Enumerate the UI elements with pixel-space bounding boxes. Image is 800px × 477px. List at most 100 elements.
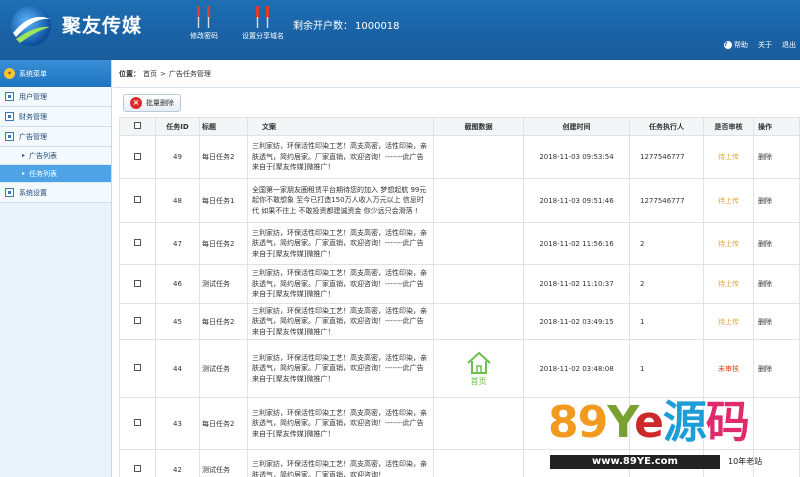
screenshot-thumbnail[interactable]: 首页	[434, 351, 523, 387]
sidebar-subitem-task-list[interactable]: ▸ 任务列表	[0, 165, 111, 183]
remaining-accounts-value: 1000018	[355, 21, 400, 32]
task-title: 每日任务2	[199, 303, 248, 340]
sidebar-item-label: 广告管理	[19, 132, 47, 141]
task-executor: 1	[629, 303, 704, 340]
about-link[interactable]: 关于	[758, 40, 772, 50]
task-id: 43	[155, 397, 200, 450]
change-password-button[interactable]: 修改密码	[174, 4, 234, 41]
bulk-delete-button[interactable]: × 批量删除	[123, 93, 181, 112]
caret-right-icon: ▸	[22, 152, 26, 159]
task-review-status: 待上传	[703, 222, 754, 265]
breadcrumb-home-link[interactable]: 首页	[143, 69, 157, 79]
help-link[interactable]: ? 帮助	[724, 40, 748, 50]
task-id: 47	[155, 222, 200, 265]
watermark: 89Ye源码 www.89YE.com 10年老站	[540, 398, 800, 477]
task-content: 全国第一家朋友圈租赁平台期待您的加入 梦想起航 99元起你不敢想象 至今已打造1…	[247, 178, 434, 223]
row-checkbox[interactable]	[134, 152, 141, 160]
menu-square-icon	[5, 92, 14, 101]
status-badge: 待上传	[718, 153, 739, 161]
sidebar-subitem-label: 广告列表	[29, 151, 58, 160]
row-checkbox[interactable]	[134, 419, 141, 426]
sidebar-item-label: 系统设置	[19, 188, 47, 197]
task-content: 三利家纺，环保活性印染工艺！高支高密，活性印染，亲肤透气，简约居家。厂家直销，欢…	[247, 222, 434, 265]
breadcrumb-separator: >	[160, 69, 166, 78]
menu-toggle-icon[interactable]: ▾	[4, 68, 15, 79]
row-checkbox[interactable]	[134, 364, 141, 371]
task-delete-link[interactable]: 删除	[753, 178, 800, 223]
task-id: 42	[155, 449, 200, 477]
sidebar-item-finance[interactable]: 财务管理	[0, 107, 111, 127]
task-id: 44	[155, 339, 200, 398]
task-title: 测试任务	[199, 264, 248, 304]
task-id: 48	[155, 178, 200, 223]
col-header-id: 任务ID	[155, 117, 200, 136]
question-icon: ?	[724, 41, 732, 49]
task-executor: 1277546777	[629, 135, 704, 179]
screenshot-label: 首页	[470, 376, 487, 386]
exit-link[interactable]: 退出	[782, 40, 796, 50]
col-header-screenshot: 截图数据	[433, 117, 524, 136]
delete-x-icon: ×	[130, 96, 142, 109]
task-created-time: 2018-11-02 11:56:16	[523, 222, 630, 265]
col-header-review: 是否审核	[703, 117, 754, 136]
col-header-executor: 任务执行人	[629, 117, 704, 136]
task-content: 三利家纺，环保活性印染工艺！高支高密，活性印染，亲肤透气，简约居家。厂家直销，欢…	[247, 397, 434, 450]
task-executor: 2	[629, 264, 704, 304]
task-review-status: 待上传	[703, 264, 754, 304]
share-domain-button[interactable]: 设置分享域名	[233, 4, 293, 41]
table-row: 45 每日任务2 三利家纺，环保活性印染工艺！高支高密，活性印染，亲肤透气，简约居家…	[119, 303, 800, 340]
task-review-status: 待上传	[703, 178, 754, 223]
status-badge: 待上传	[718, 317, 739, 326]
row-checkbox[interactable]	[134, 196, 141, 203]
table-row: 49 每日任务2 三利家纺，环保活性印染工艺！高支高密，活性印染，亲肤透气，简约居家…	[119, 135, 800, 179]
sidebar-subitem-ad-list[interactable]: ▸ 广告列表	[0, 147, 111, 165]
top-links: ? 帮助 关于 退出	[724, 40, 796, 50]
row-checkbox[interactable]	[134, 279, 141, 287]
table-row: 48 每日任务1 全国第一家朋友圈租赁平台期待您的加入 梦想起航 99元起你不敢想象…	[119, 178, 800, 223]
task-delete-link[interactable]: 删除	[753, 339, 800, 398]
sidebar-item-label: 财务管理	[19, 112, 47, 121]
sidebar: ▾ 系统菜单 用户管理 财务管理 广告管理 ▸ 广告列表 ▸ 任务列表 系统设置	[0, 60, 112, 477]
table-header-row: 任务ID 标题 文案 截图数据 创建时间 任务执行人 是否审核 操作	[119, 117, 800, 136]
wrench-screwdriver-icon	[197, 6, 210, 28]
status-badge: 待上传	[718, 280, 739, 288]
row-checkbox[interactable]	[134, 239, 141, 246]
caret-right-icon: ▸	[22, 170, 26, 177]
task-screenshot	[433, 449, 524, 477]
task-screenshot	[433, 397, 524, 450]
breadcrumb-label: 位置：	[119, 69, 140, 78]
task-content: 三利家纺，环保活性印染工艺！高支高密，活性印染，亲肤透气，简约居家。厂家直销，欢…	[247, 339, 434, 398]
breadcrumb: 位置： 首页 > 广告任务管理	[113, 60, 800, 88]
row-checkbox[interactable]	[134, 465, 141, 472]
sidebar-item-ads[interactable]: 广告管理	[0, 127, 111, 147]
menu-square-icon	[5, 112, 14, 121]
task-screenshot	[433, 222, 524, 265]
sidebar-item-users[interactable]: 用户管理	[0, 87, 111, 107]
task-delete-link[interactable]: 删除	[753, 303, 800, 340]
bulk-delete-label: 批量删除	[146, 98, 174, 107]
status-badge: 待上传	[718, 239, 739, 248]
help-label: 帮助	[734, 41, 748, 49]
task-executor: 2	[629, 222, 704, 265]
task-id: 49	[155, 135, 200, 179]
sidebar-item-settings[interactable]: 系统设置	[0, 183, 111, 203]
task-title: 每日任务2	[199, 397, 248, 450]
row-checkbox[interactable]	[134, 317, 141, 324]
wrench-screwdriver-icon	[256, 6, 269, 28]
task-content: 三利家纺，环保活性印染工艺！高支高密，活性印染，亲肤透气，简约居家。厂家直销，欢…	[247, 449, 434, 477]
task-delete-link[interactable]: 删除	[753, 264, 800, 304]
task-delete-link[interactable]: 删除	[753, 222, 800, 265]
task-title: 每日任务1	[199, 178, 248, 223]
task-screenshot	[433, 178, 524, 223]
select-all-checkbox[interactable]	[134, 122, 141, 129]
task-created-time: 2018-11-03 09:51:46	[523, 178, 630, 223]
home-icon	[466, 351, 491, 374]
task-delete-link[interactable]: 删除	[753, 135, 800, 179]
menu-square-icon	[5, 132, 14, 141]
remaining-accounts-label: 剩余开户数：	[293, 21, 353, 32]
toolbar: × 批量删除	[113, 88, 800, 117]
task-title: 每日任务2	[199, 222, 248, 265]
task-created-time: 2018-11-02 03:49:15	[523, 303, 630, 340]
task-created-time: 2018-11-03 09:53:54	[523, 135, 630, 179]
status-badge: 未审核	[718, 364, 739, 373]
